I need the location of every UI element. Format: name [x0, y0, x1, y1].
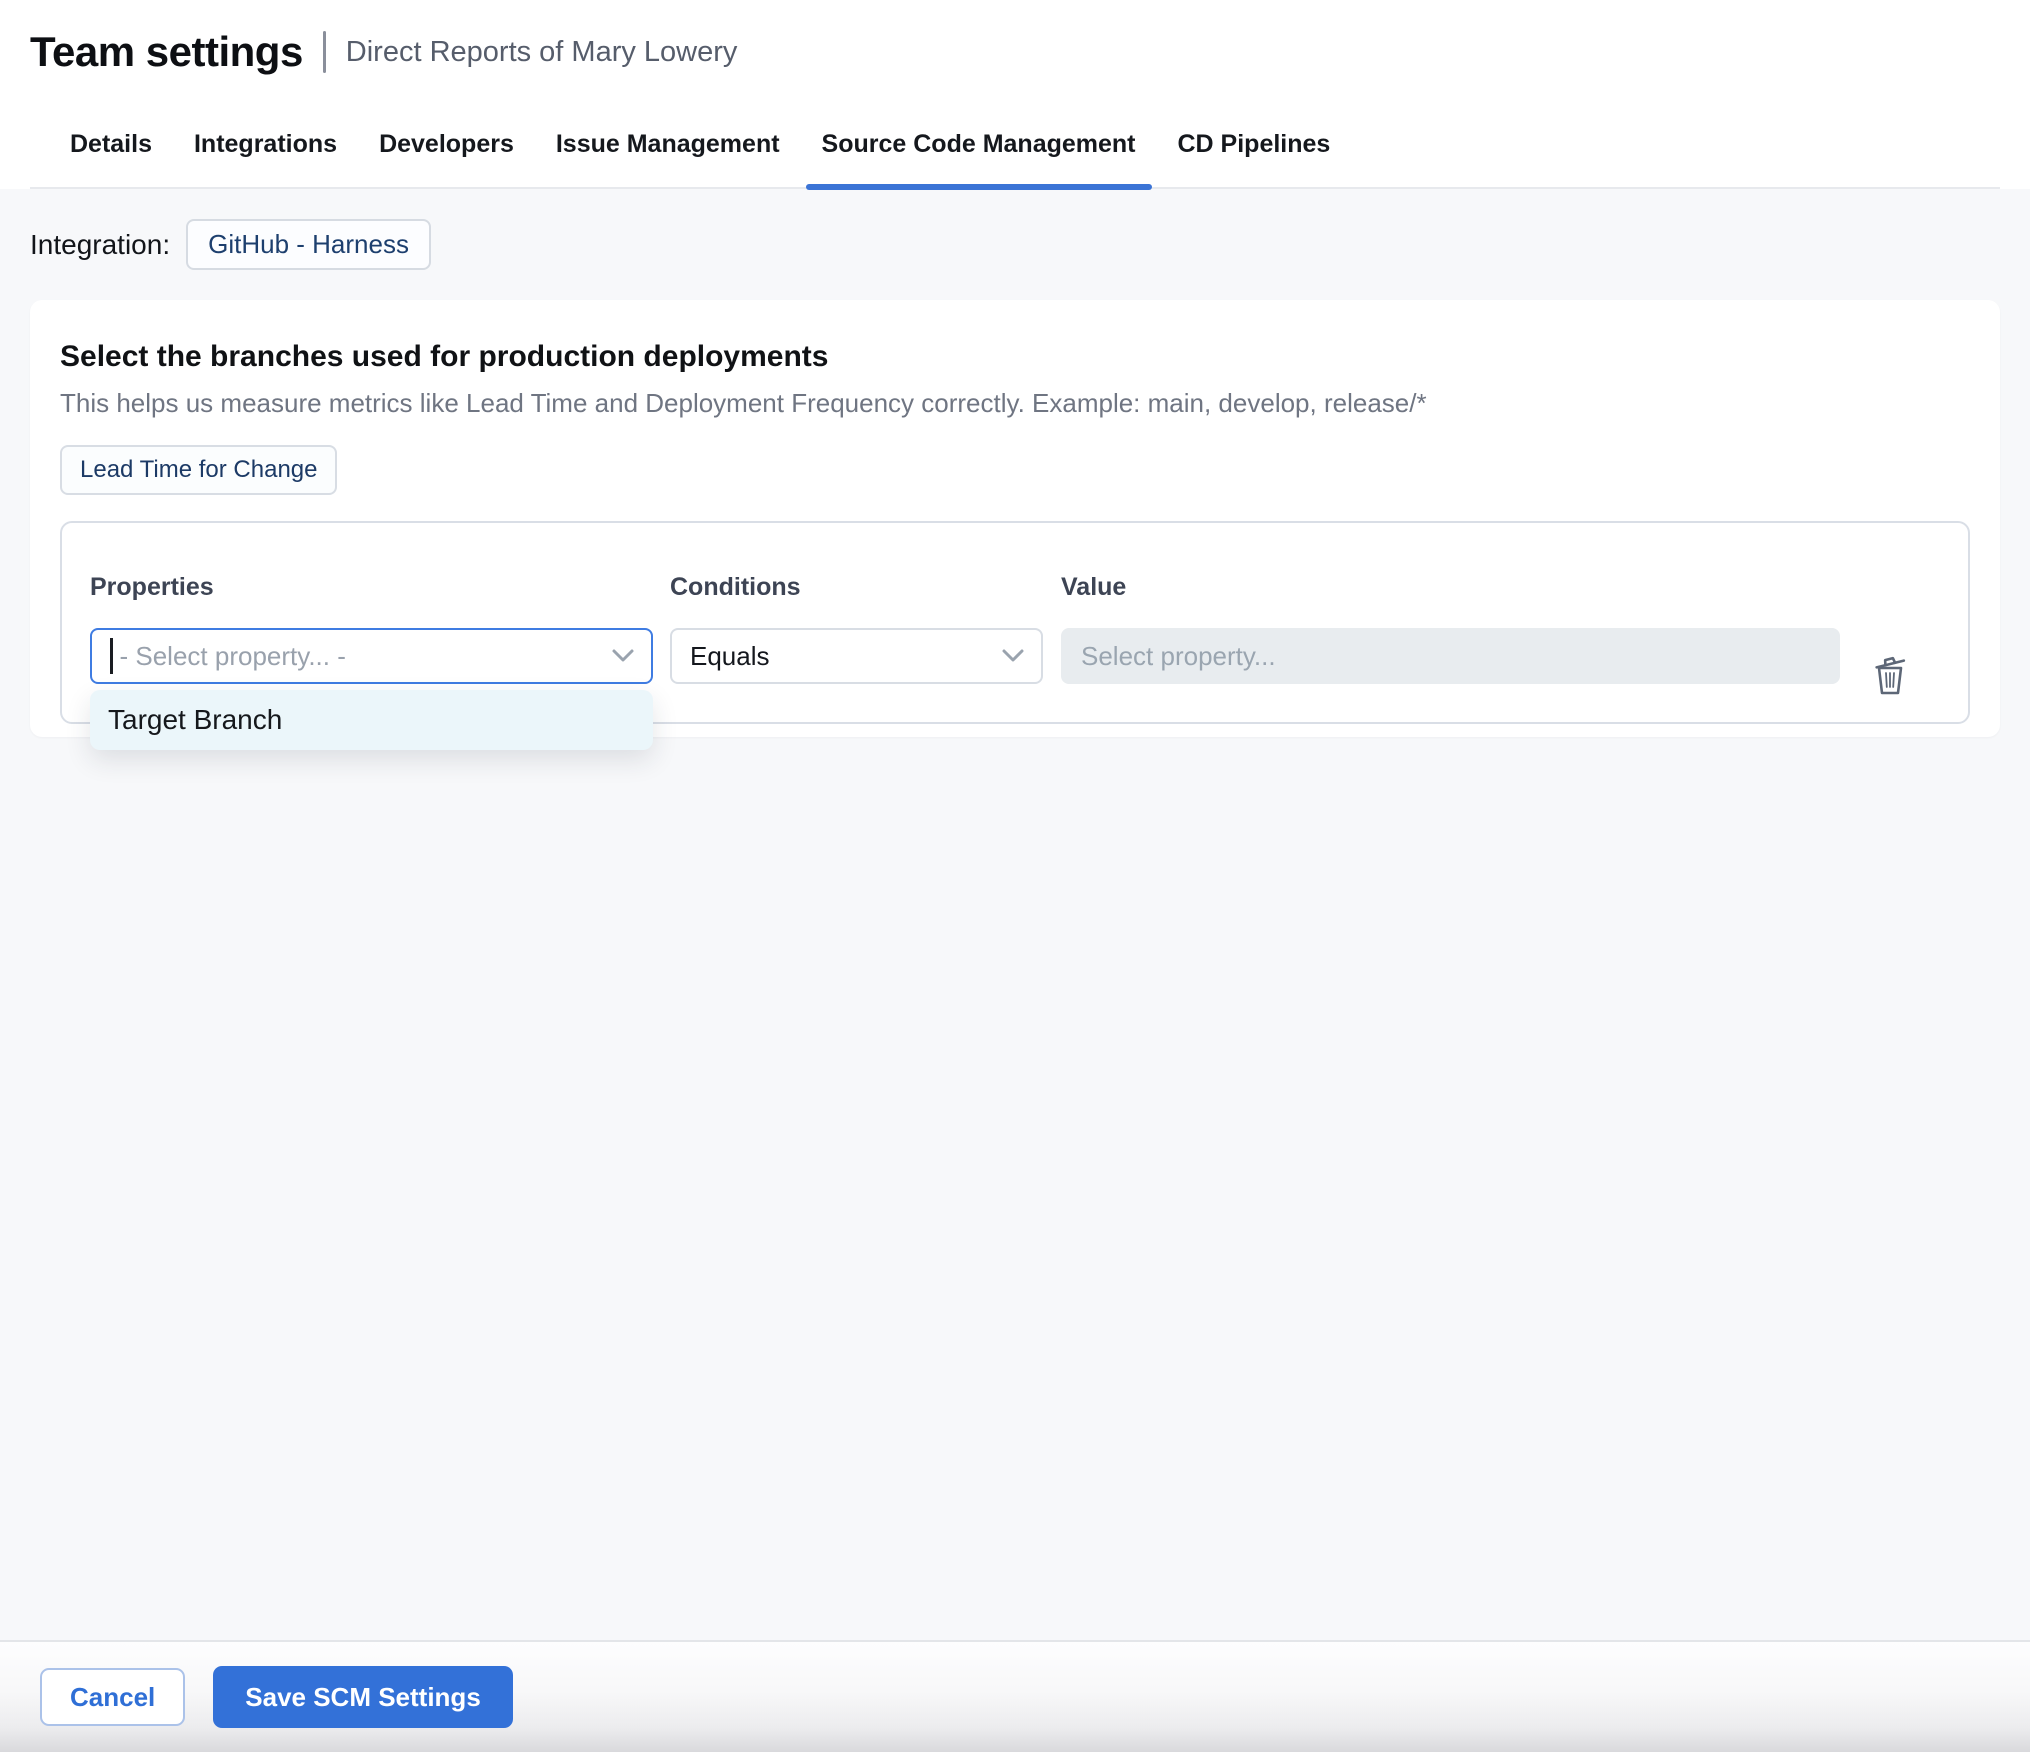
value-column: Value: [1061, 573, 1840, 684]
tab-cd-pipelines[interactable]: CD Pipelines: [1162, 110, 1347, 187]
tab-label: Issue Management: [555, 130, 780, 158]
rule-panel: Properties - Select property... - Target…: [60, 521, 1970, 750]
condition-select[interactable]: Equals: [670, 628, 1043, 684]
value-input[interactable]: [1061, 628, 1840, 684]
property-select[interactable]: - Select property... -: [90, 628, 653, 684]
condition-select-value: Equals: [690, 640, 770, 671]
properties-column: Properties - Select property... - Target…: [90, 573, 653, 750]
property-select-placeholder: - Select property... -: [119, 640, 346, 671]
dropdown-option-target-branch[interactable]: Target Branch: [90, 690, 653, 750]
tab-bar: Details Integrations Developers Issue Ma…: [30, 110, 2000, 190]
text-cursor: [110, 638, 113, 674]
tab-label: CD Pipelines: [1177, 130, 1331, 158]
rule-row: Properties - Select property... - Target…: [90, 573, 1940, 750]
footer-bar: Cancel Save SCM Settings: [0, 1640, 2030, 1752]
properties-label: Properties: [90, 573, 214, 601]
tab-label: Source Code Management: [821, 130, 1136, 158]
integration-label: Integration:: [30, 228, 171, 260]
tab-details[interactable]: Details: [54, 110, 168, 187]
branches-card: Select the branches used for production …: [30, 300, 2000, 750]
tab-source-code-management[interactable]: Source Code Management: [805, 110, 1152, 190]
delete-rule-button[interactable]: [1866, 653, 1914, 701]
value-label: Value: [1061, 573, 1127, 601]
page-header: Team settings Direct Reports of Mary Low…: [0, 0, 2030, 190]
chevron-down-icon: [1001, 648, 1025, 664]
integration-row: Integration: GitHub - Harness: [30, 219, 2000, 270]
conditions-label: Conditions: [670, 573, 801, 601]
main-content: Integration: GitHub - Harness Select the…: [0, 189, 2030, 1640]
trash-column: [1840, 653, 1940, 701]
integration-chip[interactable]: GitHub - Harness: [186, 219, 431, 270]
active-tab-indicator: [805, 184, 1152, 190]
tab-integrations[interactable]: Integrations: [178, 110, 353, 187]
title-separator: [322, 31, 326, 73]
tab-developers[interactable]: Developers: [363, 110, 530, 187]
tab-issue-management[interactable]: Issue Management: [540, 110, 796, 187]
page-title: Team settings: [30, 28, 303, 75]
page-subtitle: Direct Reports of Mary Lowery: [345, 35, 738, 68]
lead-time-chip[interactable]: Lead Time for Change: [60, 445, 338, 495]
trash-icon: [1873, 656, 1907, 699]
property-select-wrap: - Select property... - Target Branch: [90, 628, 653, 750]
save-scm-settings-button[interactable]: Save SCM Settings: [213, 1666, 513, 1728]
tab-label: Developers: [379, 130, 514, 158]
cancel-button[interactable]: Cancel: [40, 1668, 186, 1726]
tab-label: Details: [70, 130, 152, 158]
tab-label: Integrations: [193, 130, 338, 158]
title-row: Team settings Direct Reports of Mary Low…: [30, 28, 2000, 76]
conditions-column: Conditions Equals: [670, 573, 1043, 684]
card-title: Select the branches used for production …: [60, 340, 829, 373]
property-dropdown: Target Branch: [90, 690, 653, 750]
chevron-down-icon: [611, 648, 635, 664]
card-subtitle: This helps us measure metrics like Lead …: [60, 388, 1427, 418]
